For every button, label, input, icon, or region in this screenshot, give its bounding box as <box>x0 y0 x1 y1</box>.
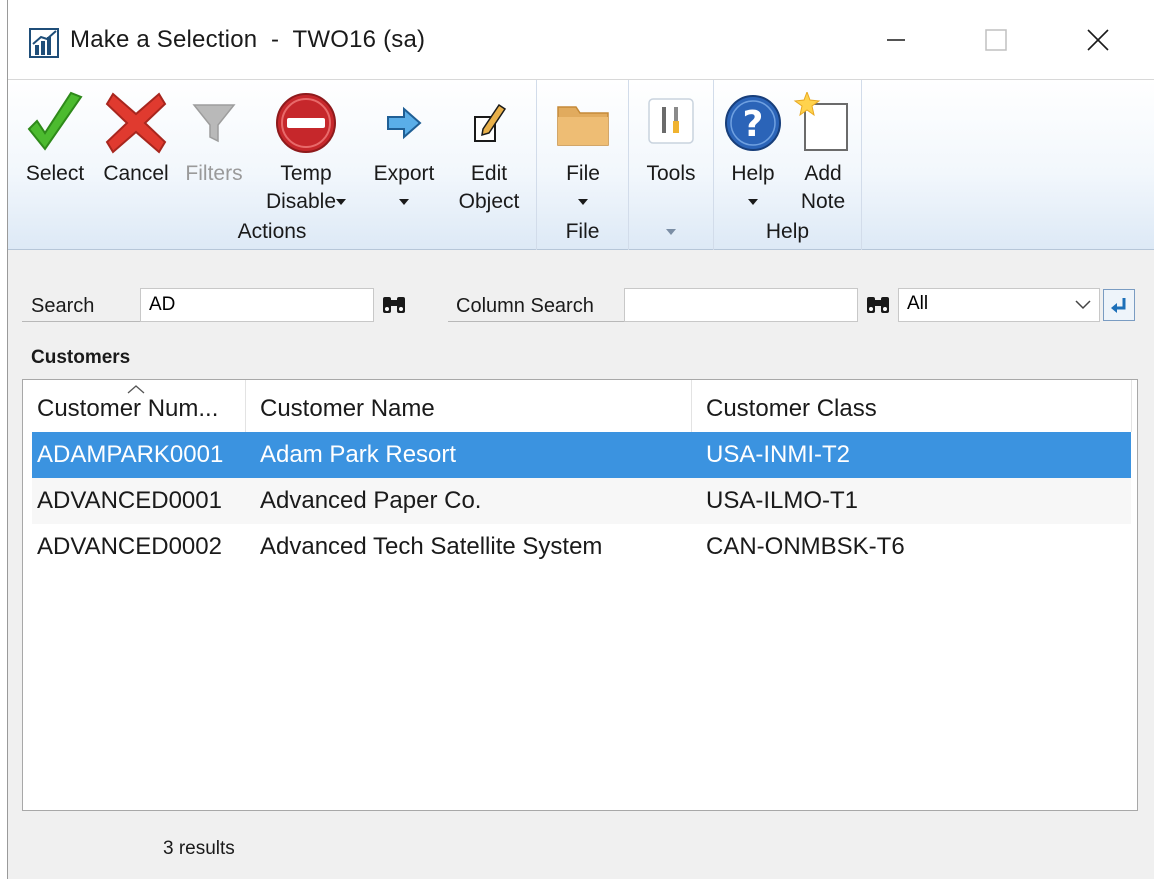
ribbon: Select Cancel Filters Temp Disable Expor… <box>8 80 1154 250</box>
column-search-input[interactable] <box>624 288 858 322</box>
minimize-icon <box>887 39 905 41</box>
ribbon-group-help: ? Help Add Note Help <box>714 80 862 250</box>
title-bar: Make a Selection - TWO16 (sa) <box>8 0 1154 80</box>
select-button[interactable]: Select <box>16 86 94 188</box>
sort-ascending-icon <box>127 385 145 394</box>
ribbon-group-file: File File <box>537 80 629 250</box>
table-row[interactable]: ADVANCED0001 Advanced Paper Co. USA-ILMO… <box>32 478 1131 524</box>
add-note-icon <box>793 92 848 151</box>
help-question-icon: ? <box>725 95 781 151</box>
add-note-button[interactable]: Add Note <box>790 86 856 216</box>
edit-object-button[interactable]: Edit Object <box>448 86 530 216</box>
reset-search-button[interactable] <box>1103 289 1135 321</box>
search-button[interactable] <box>374 288 414 322</box>
table-row[interactable]: ADAMPARK0001 Adam Park Resort USA-INMI-T… <box>32 432 1131 478</box>
customer-list[interactable]: Customer Num... Customer Name Customer C… <box>22 379 1138 811</box>
binoculars-icon <box>383 297 405 313</box>
column-header-customer-name[interactable]: Customer Name <box>246 380 692 432</box>
ribbon-group-label-file: File <box>565 220 600 243</box>
ribbon-group-label-help: Help <box>765 220 810 243</box>
help-button[interactable]: ? Help <box>720 86 786 216</box>
folder-icon <box>557 106 609 146</box>
cancel-button[interactable]: Cancel <box>96 86 176 188</box>
export-button[interactable]: Export <box>364 86 444 216</box>
tools-button[interactable]: Tools <box>635 86 707 188</box>
ribbon-group-label-actions: Actions <box>237 220 307 243</box>
edit-pencil-icon <box>474 103 507 142</box>
undo-arrow-icon <box>1111 298 1126 313</box>
chevron-down-icon <box>578 199 588 206</box>
search-input[interactable] <box>140 288 374 322</box>
file-button[interactable]: File <box>543 86 623 216</box>
results-count: 3 results <box>163 838 235 859</box>
chevron-down-icon <box>1075 300 1091 310</box>
close-icon <box>1087 29 1109 51</box>
chevron-down-icon <box>666 229 676 236</box>
column-search-label: Column Search <box>456 295 594 317</box>
checkmark-icon <box>27 91 83 151</box>
close-button[interactable] <box>1048 0 1148 80</box>
temp-disable-button[interactable]: Temp Disable <box>256 86 356 216</box>
list-title: Customers <box>31 347 131 368</box>
column-header-customer-class[interactable]: Customer Class <box>692 380 1132 432</box>
make-a-selection-window: Make a Selection - TWO16 (sa) Select Can… <box>7 0 1154 879</box>
list-header: Customer Num... Customer Name Customer C… <box>23 380 1137 432</box>
chevron-down-icon <box>748 199 758 206</box>
binoculars-icon <box>867 297 889 313</box>
table-row[interactable]: ADVANCED0002 Advanced Tech Satellite Sys… <box>32 524 1131 570</box>
right-arrow-icon <box>387 106 422 140</box>
content-area: Search Column Search All <box>8 251 1154 879</box>
tools-group-expander[interactable] <box>629 220 713 244</box>
maximize-icon <box>985 29 1007 51</box>
minimize-button[interactable] <box>846 0 946 80</box>
column-search-button[interactable] <box>858 288 898 322</box>
app-chart-icon <box>29 28 59 58</box>
window-title: Make a Selection - TWO16 (sa) <box>70 26 426 53</box>
chevron-down-icon <box>399 199 409 206</box>
no-entry-icon <box>276 93 336 153</box>
tools-icon <box>648 98 694 144</box>
chevron-down-icon <box>336 199 347 206</box>
red-x-icon <box>105 92 167 154</box>
funnel-icon <box>192 104 236 143</box>
column-select[interactable]: All <box>898 288 1100 322</box>
maximize-button[interactable] <box>946 0 1046 80</box>
svg-text:?: ? <box>743 104 764 145</box>
ribbon-group-tools: Tools <box>629 80 714 250</box>
search-label: Search <box>31 295 95 317</box>
ribbon-group-actions: Select Cancel Filters Temp Disable Expor… <box>8 80 537 250</box>
filters-button: Filters <box>178 86 250 188</box>
